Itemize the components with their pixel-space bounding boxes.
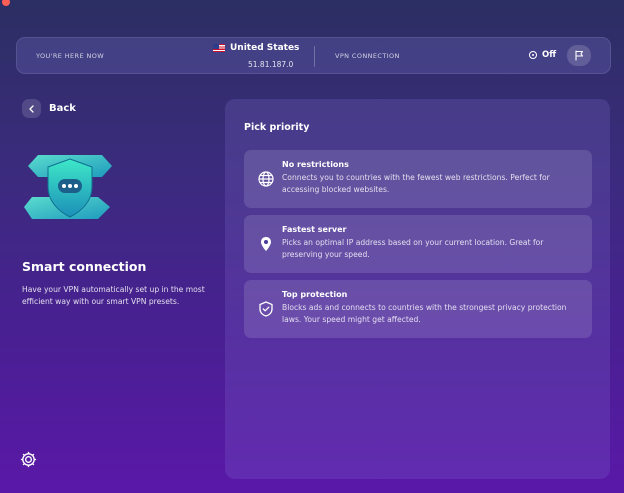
option-fastest-server[interactable]: Fastest server Picks an optimal IP addre… xyxy=(244,215,592,273)
status-divider xyxy=(314,46,315,67)
us-flag-icon xyxy=(213,44,225,52)
option-top-protection[interactable]: Top protection Blocks ads and connects t… xyxy=(244,280,592,338)
globe-icon xyxy=(258,171,274,187)
option-name: No restrictions xyxy=(282,160,349,169)
smart-connection-illustration xyxy=(24,155,112,219)
feature-title: Smart connection xyxy=(22,259,147,274)
settings-gear-icon[interactable] xyxy=(19,450,38,469)
country-name: United States xyxy=(230,43,300,53)
vpn-state: Off xyxy=(542,50,557,60)
chevron-left-icon xyxy=(22,99,41,118)
power-status-icon xyxy=(529,51,537,59)
feature-description: Have your VPN automatically set up in th… xyxy=(22,285,205,306)
ip-address: 51.81.187.0 xyxy=(248,60,294,69)
current-country: United States xyxy=(213,43,299,53)
back-label: Back xyxy=(49,103,76,114)
option-no-restrictions[interactable]: No restrictions Connects you to countrie… xyxy=(244,150,592,208)
shield-check-icon xyxy=(259,301,273,317)
location-pin-icon xyxy=(261,237,271,251)
report-flag-button[interactable] xyxy=(567,45,591,66)
back-button[interactable]: Back xyxy=(22,99,76,118)
location-label: YOU'RE HERE NOW xyxy=(36,52,105,60)
vpn-connection-label: VPN CONNECTION xyxy=(335,52,400,60)
flag-icon xyxy=(574,50,583,61)
priority-panel: Pick priority No restrictions Connects y… xyxy=(225,99,610,479)
option-name: Top protection xyxy=(282,290,348,299)
panel-title: Pick priority xyxy=(244,122,310,133)
connection-status-bar: YOU'RE HERE NOW United States 51.81.187.… xyxy=(16,37,611,74)
option-description: Connects you to countries with the fewes… xyxy=(282,173,550,194)
vpn-toggle[interactable]: Off xyxy=(529,50,556,60)
option-description: Blocks ads and connects to countries wit… xyxy=(282,303,567,324)
window-close-dot[interactable] xyxy=(2,0,10,6)
option-description: Picks an optimal IP address based on you… xyxy=(282,238,544,259)
option-name: Fastest server xyxy=(282,225,347,234)
